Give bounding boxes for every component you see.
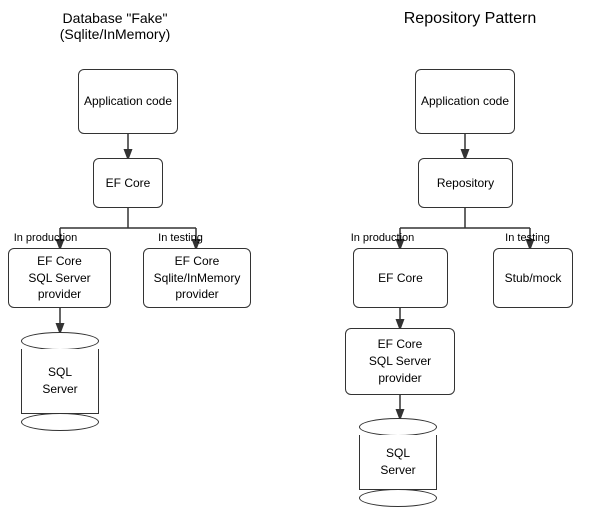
left-sql-label: SQL Server bbox=[42, 364, 77, 398]
right-app-code-box: Application code bbox=[415, 69, 515, 134]
left-app-code-label: Application code bbox=[84, 93, 172, 110]
left-ef-core-box: EF Core bbox=[93, 158, 163, 208]
right-app-code-label: Application code bbox=[421, 93, 509, 110]
right-in-testing-label: In testing bbox=[495, 232, 560, 244]
right-ef-sql-label: EF Core SQL Server provider bbox=[369, 336, 431, 386]
right-title: Repository Pattern bbox=[370, 10, 570, 28]
diagram-area: Database "Fake" (Sqlite/InMemory) Applic… bbox=[0, 0, 593, 514]
right-ef-core-label: EF Core bbox=[378, 270, 423, 287]
left-in-production-label: In production bbox=[8, 232, 83, 244]
right-in-production-label: In production bbox=[345, 232, 420, 244]
right-ef-sql-box: EF Core SQL Server provider bbox=[345, 328, 455, 395]
left-app-code-box: Application code bbox=[78, 69, 178, 134]
right-repository-box: Repository bbox=[418, 158, 513, 208]
right-stub-mock-label: Stub/mock bbox=[505, 270, 562, 287]
left-in-testing-label: In testing bbox=[148, 232, 213, 244]
left-sql-cylinder: SQL Server bbox=[20, 332, 100, 431]
left-ef-core-label: EF Core bbox=[106, 175, 151, 192]
right-sql-cylinder: SQL Server bbox=[358, 418, 438, 507]
left-ef-sql-box: EF Core SQL Server provider bbox=[8, 248, 111, 308]
left-ef-sql-label: EF Core SQL Server provider bbox=[28, 253, 90, 303]
right-repository-label: Repository bbox=[437, 175, 494, 192]
right-ef-core-box: EF Core bbox=[353, 248, 448, 308]
right-sql-label: SQL Server bbox=[380, 445, 415, 479]
left-ef-sqlite-box: EF Core Sqlite/InMemory provider bbox=[143, 248, 251, 308]
left-title: Database "Fake" (Sqlite/InMemory) bbox=[30, 10, 200, 42]
right-stub-mock-box: Stub/mock bbox=[493, 248, 573, 308]
left-ef-sqlite-label: EF Core Sqlite/InMemory provider bbox=[154, 253, 241, 303]
